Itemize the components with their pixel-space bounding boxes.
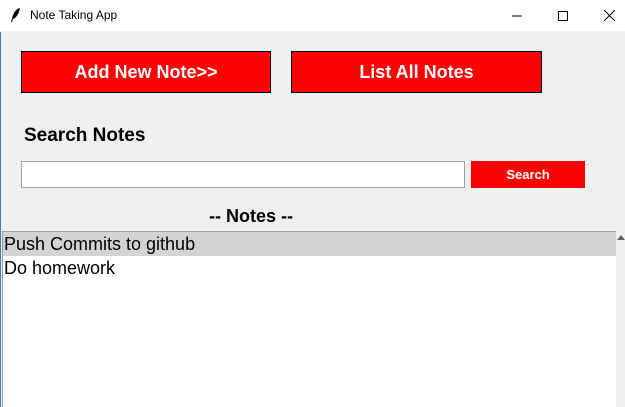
minimize-button[interactable] bbox=[494, 0, 540, 31]
search-button[interactable]: Search bbox=[471, 161, 585, 188]
close-button[interactable] bbox=[586, 0, 625, 31]
list-notes-button[interactable]: List All Notes bbox=[291, 51, 542, 93]
feather-icon bbox=[11, 8, 20, 22]
notes-heading: -- Notes -- bbox=[209, 206, 293, 226]
close-icon bbox=[603, 10, 615, 21]
maximize-icon bbox=[558, 10, 568, 21]
window-title: Note Taking App bbox=[30, 8, 118, 22]
list-item[interactable]: Do homework bbox=[3, 256, 616, 280]
list-item[interactable]: Push Commits to github bbox=[3, 232, 616, 256]
app-window: Note Taking App Add New Note>> List All … bbox=[0, 0, 625, 407]
add-note-button[interactable]: Add New Note>> bbox=[21, 51, 271, 93]
search-input[interactable] bbox=[21, 161, 465, 188]
minimize-icon bbox=[512, 15, 522, 16]
window-border bbox=[0, 31, 1, 407]
scroll-up-arrow-icon[interactable] bbox=[617, 235, 625, 240]
title-bar[interactable]: Note Taking App bbox=[0, 0, 625, 32]
maximize-button[interactable] bbox=[540, 0, 586, 31]
scrollbar[interactable] bbox=[616, 231, 625, 407]
notes-listbox[interactable]: Push Commits to github Do homework bbox=[2, 231, 616, 407]
search-heading: Search Notes bbox=[24, 125, 146, 146]
